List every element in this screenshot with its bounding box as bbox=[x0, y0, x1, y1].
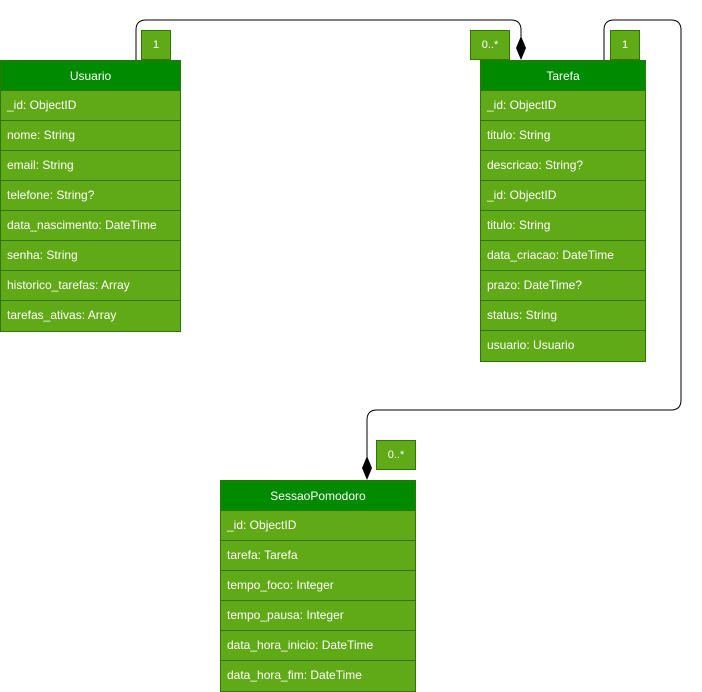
sessao-attr: tarefa: Tarefa bbox=[221, 541, 415, 571]
sessao-attr: data_hora_inicio: DateTime bbox=[221, 631, 415, 661]
usuario-attr: historico_tarefas: Array bbox=[1, 271, 180, 301]
usuario-multiplicity-label: 1 bbox=[141, 30, 171, 60]
tarefa-attr: usuario: Usuario bbox=[487, 338, 575, 352]
sessao-attr: tempo_foco: Integer bbox=[221, 571, 415, 601]
sessao-pomodoro-entity-title: SessaoPomodoro bbox=[221, 481, 415, 511]
usuario-entity-title: Usuario bbox=[1, 61, 180, 91]
usuario-entity[interactable]: Usuario _id: ObjectID nome: String email… bbox=[0, 60, 181, 332]
usuario-attr: senha: String bbox=[1, 241, 180, 271]
tarefa-to-sessao-multiplicity-label: 1 bbox=[610, 30, 640, 60]
tarefa-attr: titulo: String bbox=[481, 121, 645, 151]
usuario-attr: data_nascimento: DateTime bbox=[1, 211, 180, 241]
sessao-attr: _id: ObjectID bbox=[221, 511, 415, 541]
sessao-attr: tempo_pausa: Integer bbox=[221, 601, 415, 631]
tarefa-multiplicity-label: 0..* bbox=[470, 30, 510, 60]
usuario-attr: email: String bbox=[1, 151, 180, 181]
usuario-tarefa-composition-diamond bbox=[516, 36, 526, 60]
tarefa-attr: titulo: String bbox=[481, 211, 645, 241]
tarefa-attr: data_criacao: DateTime bbox=[481, 241, 645, 271]
usuario-tarefa-association-line bbox=[135, 19, 522, 60]
usuario-attr: telefone: String? bbox=[1, 181, 180, 211]
tarefa-attr: _id: ObjectID bbox=[481, 91, 645, 121]
tarefa-entity-title: Tarefa bbox=[481, 61, 645, 91]
tarefa-sessao-composition-diamond bbox=[362, 456, 372, 480]
usuario-attr: tarefas_ativas: Array bbox=[7, 308, 117, 322]
tarefa-attr: prazo: DateTime? bbox=[481, 271, 645, 301]
sessao-attr: data_hora_fim: DateTime bbox=[227, 668, 362, 682]
usuario-attr: _id: ObjectID bbox=[1, 91, 180, 121]
tarefa-attr: descricao: String? bbox=[481, 151, 645, 181]
sessao-multiplicity-label: 0..* bbox=[376, 440, 416, 470]
sessao-pomodoro-entity[interactable]: SessaoPomodoro _id: ObjectID tarefa: Tar… bbox=[220, 480, 416, 692]
tarefa-attr: _id: ObjectID bbox=[481, 181, 645, 211]
tarefa-attr: status: String bbox=[481, 301, 645, 331]
usuario-attr: nome: String bbox=[1, 121, 180, 151]
tarefa-entity[interactable]: Tarefa _id: ObjectID titulo: String desc… bbox=[480, 60, 646, 362]
